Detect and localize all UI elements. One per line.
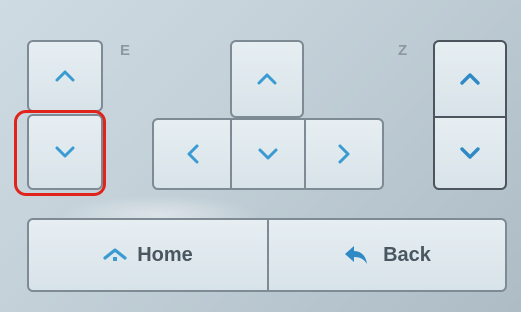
chevron-left-icon [187,144,199,164]
x-right-button[interactable] [304,118,384,190]
chevron-up-icon [460,73,480,85]
e-down-button[interactable] [27,114,103,190]
home-icon [103,248,127,261]
y-down-button[interactable] [230,118,306,190]
e-axis-label: E [120,42,131,59]
chevron-up-icon [257,73,277,85]
z-axis-label: Z [398,42,408,59]
z-up-button[interactable] [433,40,507,118]
back-button[interactable]: Back [267,218,507,292]
z-down-button[interactable] [433,116,507,190]
chevron-right-icon [338,144,350,164]
home-button[interactable]: Home [27,218,269,292]
back-arrow-icon [345,246,368,264]
chevron-down-icon [55,146,75,158]
x-left-button[interactable] [152,118,232,190]
touchscreen-panel: E Z Home Back [0,0,521,312]
chevron-down-icon [460,147,480,159]
home-button-label: Home [137,243,193,266]
chevron-down-icon [258,148,278,160]
e-up-button[interactable] [27,40,103,112]
back-button-label: Back [383,243,431,266]
chevron-up-icon [55,70,75,82]
y-up-button[interactable] [230,40,304,118]
